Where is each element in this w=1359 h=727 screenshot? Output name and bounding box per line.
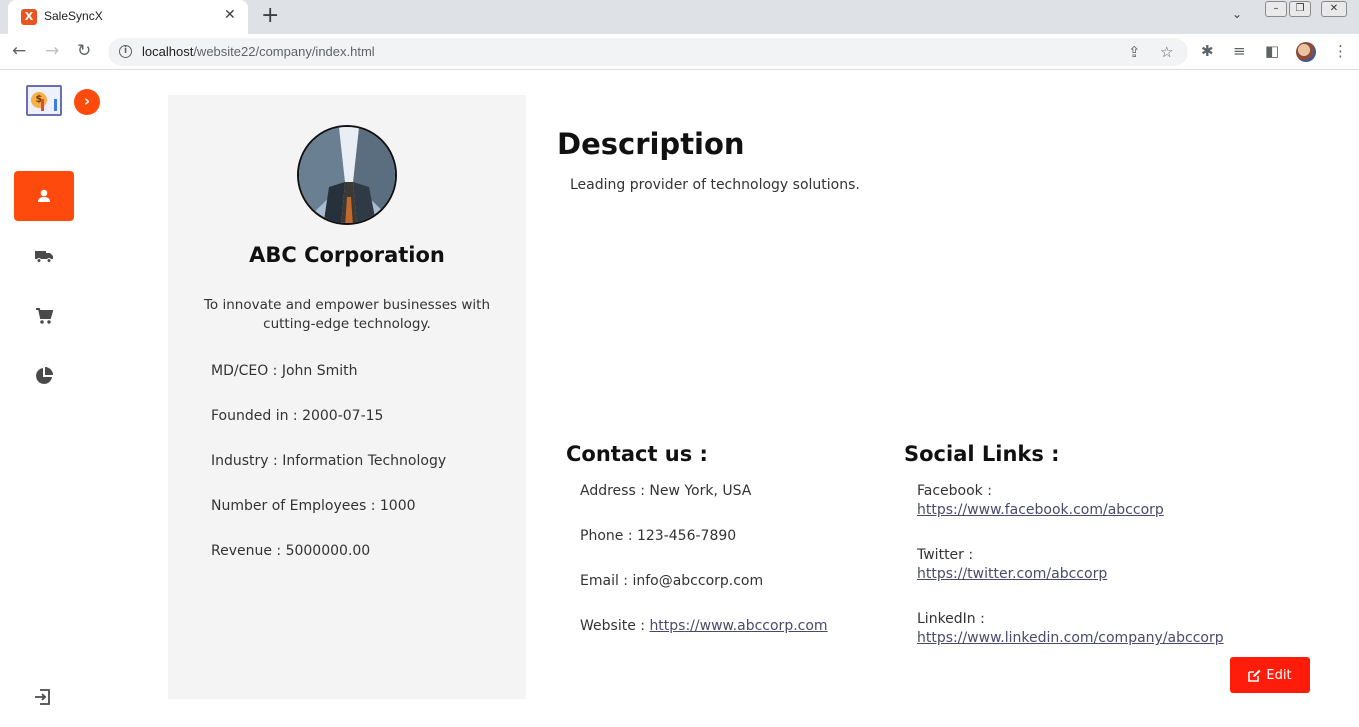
contact-website: Website : https://www.abccorp.com [580,618,828,634]
edit-pencil-icon [1248,669,1261,682]
share-icon[interactable]: ⇪ [1128,43,1141,61]
company-employees: Number of Employees : 1000 [211,498,416,514]
sidebar-item-delivery[interactable] [14,231,74,281]
company-mission: To innovate and empower businesses with … [203,297,491,332]
browser-toolbar: ← → ↻ i localhost/website22/company/inde… [0,34,1359,70]
side-panel-icon[interactable]: ◧ [1265,42,1279,60]
contact-phone: Phone : 123-456-7890 [580,528,737,544]
user-icon [38,189,50,202]
sidebar-item-profile[interactable] [14,171,74,221]
company-founded: Founded in : 2000-07-15 [211,408,384,424]
close-tab-icon[interactable]: ✕ [224,7,236,23]
contact-email: Email : info@abccorp.com [580,573,764,589]
company-image [299,127,395,223]
facebook-label: Facebook : [917,483,992,499]
url-host: localhost [142,44,194,59]
twitter-label: Twitter : [917,547,974,563]
logout-icon[interactable] [34,688,52,706]
restore-window-button[interactable]: ❐ [1289,1,1311,17]
sidebar-toggle-button[interactable]: › [74,89,100,115]
company-avatar [297,125,397,225]
sidebar-item-reports[interactable] [14,351,74,401]
social-links-heading: Social Links : [904,442,1060,466]
media-queue-icon[interactable]: ≡ [1233,42,1246,60]
company-revenue: Revenue : 5000000.00 [211,543,371,559]
contact-heading: Contact us : [566,442,708,466]
pie-chart-icon [36,367,53,384]
browser-menu-icon[interactable]: ⋮ [1333,42,1348,60]
tab-search-chevron-icon[interactable]: ⌄ [1232,7,1242,21]
facebook-link[interactable]: https://www.facebook.com/abccorp [917,502,1164,518]
new-tab-button[interactable]: + [261,4,279,28]
url-path: /website22/company/index.html [193,44,375,59]
company-profile-panel: ABC Corporation To innovate and empower … [168,95,526,699]
close-window-button[interactable]: ✕ [1321,1,1347,17]
forward-arrow-icon[interactable]: → [45,41,59,61]
website-label: Website : [580,618,645,634]
company-ceo: MD/CEO : John Smith [211,363,358,379]
address-bar[interactable]: i localhost/website22/company/index.html… [108,38,1188,66]
description-text: Leading provider of technology solutions… [570,177,860,193]
edit-button-label: Edit [1266,667,1292,683]
minimize-window-button[interactable]: – [1265,1,1287,17]
twitter-link[interactable]: https://twitter.com/abccorp [917,566,1107,582]
url-text[interactable]: localhost/website22/company/index.html [142,44,375,59]
salesyncx-logo [26,85,62,116]
back-arrow-icon[interactable]: ← [12,41,26,61]
reload-icon[interactable]: ↻ [77,41,91,61]
website-link[interactable]: https://www.abccorp.com [649,618,827,634]
profile-avatar-icon[interactable] [1296,42,1316,62]
sidebar-item-orders[interactable] [14,291,74,341]
edit-button[interactable]: Edit [1230,657,1310,693]
description-heading: Description [557,127,745,161]
cart-icon [36,308,53,324]
company-name: ABC Corporation [249,243,445,267]
contact-address: Address : New York, USA [580,483,752,499]
browser-tab[interactable]: X SaleSyncX ✕ [8,0,248,34]
app-favicon-icon: X [21,9,37,25]
browser-tabstrip: X SaleSyncX ✕ + ⌄ – ❐ ✕ [0,0,1359,34]
tab-title: SaleSyncX [44,9,103,23]
company-industry: Industry : Information Technology [211,453,447,469]
site-info-icon[interactable]: i [119,45,132,58]
linkedin-link[interactable]: https://www.linkedin.com/company/abccorp [917,630,1224,646]
truck-icon [35,251,53,263]
sidebar: › [0,71,100,727]
bookmark-star-icon[interactable]: ☆ [1160,43,1173,61]
extensions-puzzle-icon[interactable]: ✱ [1201,42,1214,60]
linkedin-label: LinkedIn : [917,611,985,627]
